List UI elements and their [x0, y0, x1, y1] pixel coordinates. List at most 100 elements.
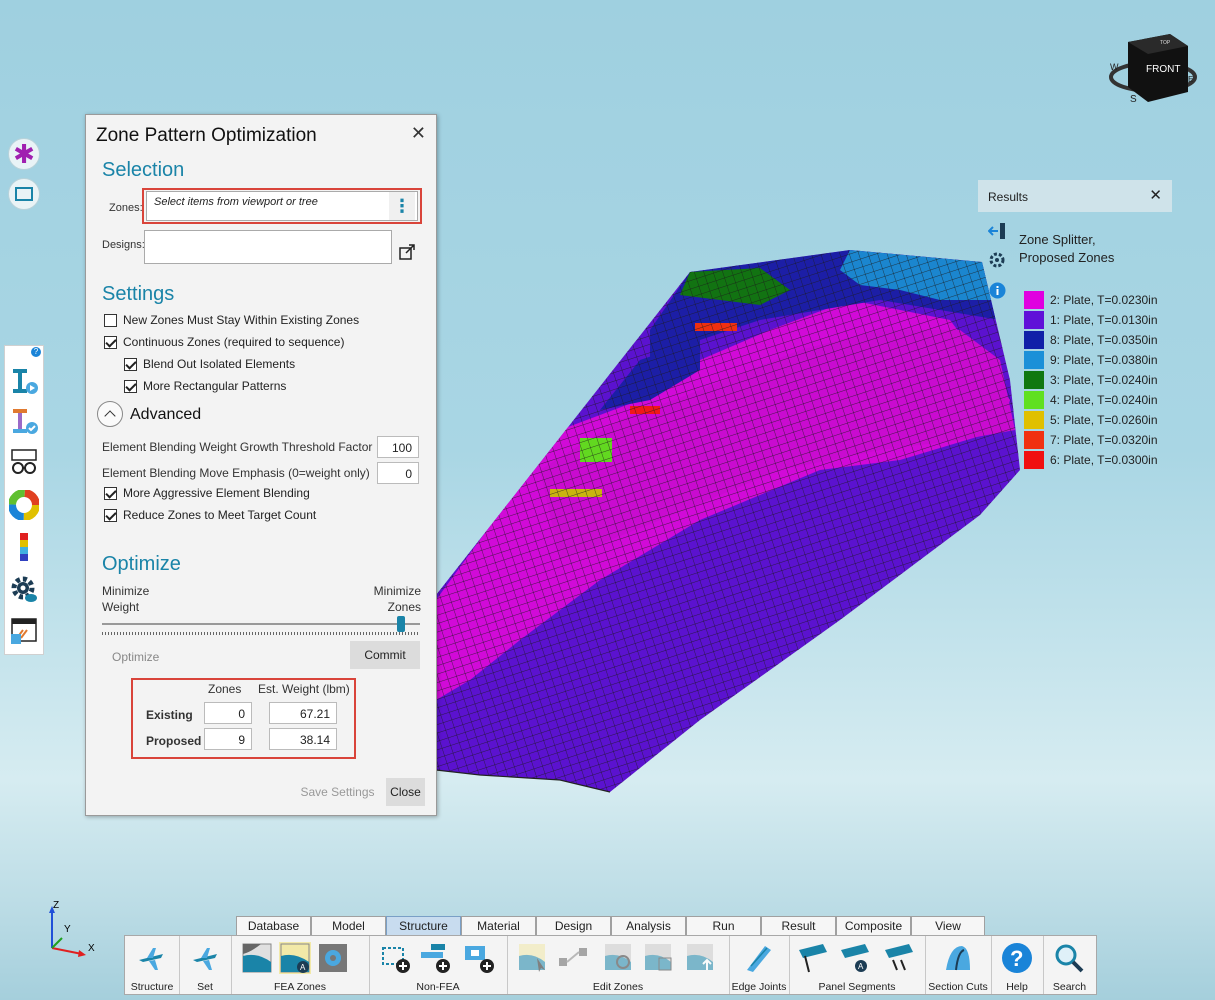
glasses-icon[interactable]: [9, 448, 39, 478]
legend-item: 5: Plate, T=0.0260in: [1024, 410, 1158, 430]
fea-zone-auto-icon: A: [279, 942, 311, 974]
legend-swatch: [1024, 351, 1044, 369]
more-rectangular-box: [124, 379, 137, 393]
advanced-toggle[interactable]: [97, 401, 123, 427]
new-zones-within-checkbox[interactable]: New Zones Must Stay Within Existing Zone…: [104, 313, 359, 327]
fea-zone-icon: [242, 943, 272, 973]
aggressive-blending-checkbox[interactable]: More Aggressive Element Blending: [104, 486, 310, 500]
settings-gear-icon[interactable]: [9, 574, 39, 604]
settings-small-icon[interactable]: [988, 251, 1006, 269]
legend-item: 8: Plate, T=0.0350in: [1024, 330, 1158, 350]
legend-label: 9: Plate, T=0.0380in: [1050, 353, 1158, 367]
legend-label: 5: Plate, T=0.0260in: [1050, 413, 1158, 427]
settings-heading: Settings: [102, 283, 175, 305]
open-external-icon[interactable]: [399, 244, 415, 260]
tab-model[interactable]: Model: [311, 916, 386, 935]
edge-joint-icon: [747, 946, 771, 972]
edit-zone-link-icon: [559, 948, 587, 966]
legend-label: 6: Plate, T=0.0300in: [1050, 453, 1158, 467]
asterisk-button[interactable]: ✱: [8, 138, 40, 170]
tab-view[interactable]: View: [911, 916, 985, 935]
search-group[interactable]: Search: [1043, 936, 1096, 994]
tab-run[interactable]: Run: [686, 916, 761, 935]
section-cuts-group-label: Section Cuts: [928, 981, 988, 993]
panel-segments-group[interactable]: A Panel Segments: [789, 936, 926, 994]
beam-run-icon[interactable]: [9, 366, 39, 396]
legend-swatch: [1024, 411, 1044, 429]
tab-analysis[interactable]: Analysis: [611, 916, 686, 935]
commit-button[interactable]: Commit: [350, 641, 420, 669]
legend-label: 7: Plate, T=0.0320in: [1050, 433, 1158, 447]
structure-group[interactable]: Structure: [125, 936, 180, 994]
panel-segments-group-label: Panel Segments: [818, 981, 896, 993]
blend-out-checkbox[interactable]: Blend Out Isolated Elements: [124, 357, 295, 371]
move-emphasis-input[interactable]: 0: [377, 462, 419, 484]
legend-swatch: [1024, 291, 1044, 309]
close-button[interactable]: Close: [386, 778, 425, 806]
color-scale-icon[interactable]: [9, 532, 39, 562]
optimize-button[interactable]: Optimize: [102, 643, 172, 671]
edit-zones-group[interactable]: Edit Zones: [507, 936, 730, 994]
tab-design[interactable]: Design: [536, 916, 611, 935]
section-cuts-group[interactable]: Section Cuts: [925, 936, 992, 994]
legend-item: 7: Plate, T=0.0320in: [1024, 430, 1158, 450]
tab-composite[interactable]: Composite: [836, 916, 911, 935]
panel-segment-icon: [799, 944, 827, 973]
tab-material[interactable]: Material: [461, 916, 536, 935]
continuous-zones-checkbox[interactable]: Continuous Zones (required to sequence): [104, 335, 344, 349]
minimize-weight-label-1: Minimize: [102, 584, 150, 598]
legend-swatch: [1024, 391, 1044, 409]
minimize-zones-label-2: Zones: [387, 600, 421, 614]
legend-item: 6: Plate, T=0.0300in: [1024, 450, 1158, 470]
more-rectangular-checkbox[interactable]: More Rectangular Patterns: [124, 379, 286, 393]
zones-label: Zones:: [109, 202, 143, 214]
structure-group-label: Structure: [130, 981, 174, 993]
new-zones-within-box: [104, 313, 117, 327]
fea-zone-settings-icon: [319, 944, 347, 972]
color-wheel-icon[interactable]: [9, 490, 39, 520]
edge-joints-group[interactable]: Edge Joints: [729, 936, 790, 994]
results-line-1: Zone Splitter,: [1019, 232, 1096, 247]
chevron-up-icon: [104, 410, 116, 422]
edit-zones-group-label: Edit Zones: [592, 981, 644, 993]
legend-item: 4: Plate, T=0.0240in: [1024, 390, 1158, 410]
slider-thumb[interactable]: [396, 616, 405, 632]
growth-threshold-input[interactable]: 100: [377, 436, 419, 458]
zones-highlight-box: [142, 188, 422, 224]
reduce-zones-box: [104, 508, 117, 522]
non-fea-group[interactable]: Non-FEA: [369, 936, 508, 994]
tab-structure[interactable]: Structure: [386, 916, 461, 935]
rectangle-select-button[interactable]: [8, 178, 40, 210]
view-cube-e: E: [1188, 75, 1193, 84]
dialog-close-icon[interactable]: ✕: [411, 123, 426, 144]
edit-zone-refresh-icon: [605, 944, 631, 970]
help-group[interactable]: ? Help: [991, 936, 1044, 994]
legend-item: 9: Plate, T=0.0380in: [1024, 350, 1158, 370]
tab-result[interactable]: Result: [761, 916, 836, 935]
view-cube[interactable]: FRONT TOP W S E: [1108, 32, 1198, 107]
ribbon-toolbar: Structure Set A FEA Zones Non-FEA Edit Z…: [124, 935, 1097, 995]
fea-zones-group[interactable]: A FEA Zones: [231, 936, 370, 994]
proposed-zones-value: 9: [204, 728, 252, 750]
info-icon[interactable]: [989, 282, 1006, 299]
help-small-icon[interactable]: ?: [31, 347, 41, 357]
proposed-weight-value: 38.14: [269, 728, 337, 750]
view-cube-s: S: [1130, 94, 1137, 105]
growth-threshold-label: Element Blending Weight Growth Threshold…: [102, 440, 373, 454]
collapse-arrow-icon[interactable]: [988, 223, 1006, 239]
rectangle-icon: [15, 187, 33, 201]
window-arrows-icon[interactable]: [9, 616, 39, 646]
axis-x-label: X: [88, 943, 95, 954]
tab-database[interactable]: Database: [236, 916, 311, 935]
optimize-slider[interactable]: [102, 616, 420, 638]
ribbon-tabs: Database Model Structure Material Design Anal…: [236, 916, 985, 936]
beam-check-icon[interactable]: [9, 406, 39, 436]
save-settings-button[interactable]: Save Settings: [290, 778, 385, 806]
reduce-zones-checkbox[interactable]: Reduce Zones to Meet Target Count: [104, 508, 316, 522]
designs-input[interactable]: [144, 230, 392, 264]
svg-text:A: A: [858, 962, 864, 971]
results-close-icon[interactable]: ✕: [1149, 186, 1162, 204]
plane-icon: [139, 948, 163, 970]
set-group[interactable]: Set: [179, 936, 232, 994]
legend-swatch: [1024, 431, 1044, 449]
